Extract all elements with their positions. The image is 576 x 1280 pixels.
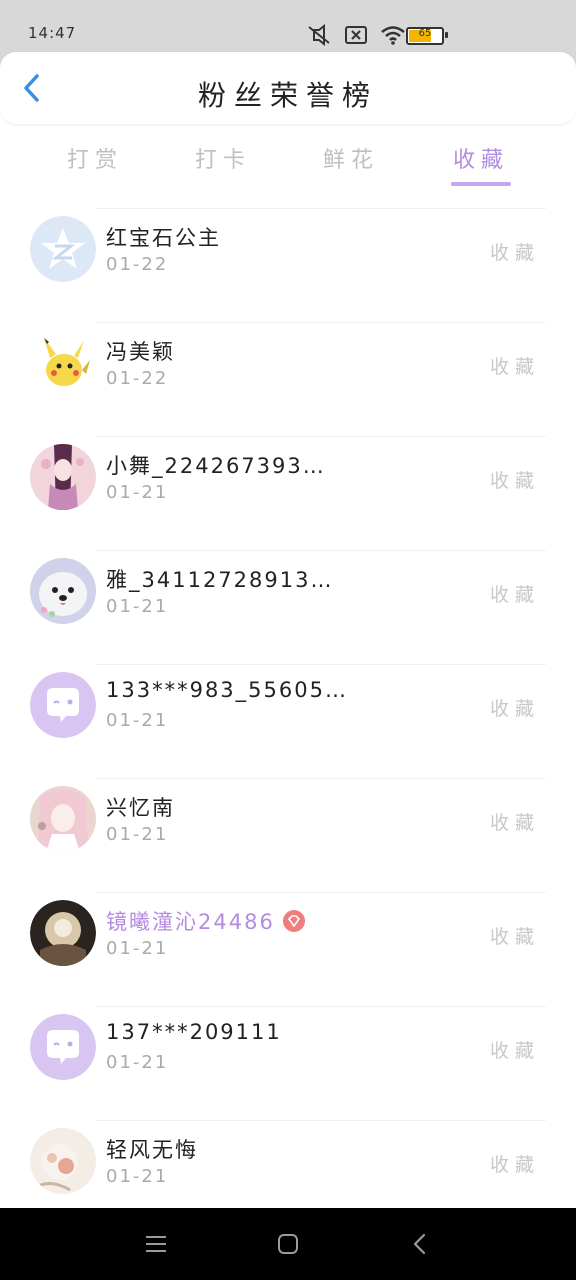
vip-diamond-icon [282, 910, 305, 932]
system-nav-bar [0, 1208, 576, 1280]
menu-button[interactable] [138, 1226, 174, 1262]
list-item-date: 01-21 [106, 1166, 169, 1187]
list-item-name: 红宝石公主 [106, 226, 221, 250]
list-item-date: 01-22 [106, 368, 169, 389]
pikachu-avatar-icon [30, 330, 96, 396]
divider [96, 322, 546, 323]
default-chat-avatar-icon [30, 1014, 96, 1080]
list-item-name-text: 镜曦潼沁24486 [106, 910, 275, 934]
avatar[interactable] [30, 444, 96, 510]
divider [96, 436, 546, 437]
white-dog-avatar-icon [30, 558, 96, 624]
divider [96, 664, 546, 665]
status-time: 14:47 [28, 24, 77, 42]
list-item-name: 雅_34112728913… [106, 568, 334, 592]
list-item[interactable]: 雅_34112728913… 01-21 收藏 [0, 542, 576, 656]
avatar[interactable] [30, 672, 96, 738]
tab-favorites[interactable]: 收藏 [426, 142, 536, 174]
qq-logo-avatar-icon [30, 216, 96, 282]
avatar[interactable] [30, 558, 96, 624]
tab-active-indicator [451, 182, 511, 186]
menu-icon [146, 1236, 166, 1252]
list-item-date: 01-21 [106, 482, 169, 503]
list-item-action: 收藏 [489, 1154, 540, 1176]
battery-level: 65 [418, 28, 432, 39]
list-item-action: 收藏 [489, 1040, 540, 1062]
divider [96, 778, 546, 779]
pink-girl-avatar-icon [30, 786, 96, 852]
battery-icon: 65 [406, 27, 448, 45]
system-back-button[interactable] [402, 1226, 438, 1262]
list-item[interactable]: 红宝石公主 01-22 收藏 [0, 200, 576, 314]
list-item[interactable]: 小舞_224267393… 01-21 收藏 [0, 428, 576, 542]
list-item-action: 收藏 [489, 356, 540, 378]
divider [96, 892, 546, 893]
list-item-name: 兴忆南 [106, 796, 175, 820]
list-item[interactable]: 镜曦潼沁24486 01-21 收藏 [0, 884, 576, 998]
list-item[interactable]: 冯美颖 01-22 收藏 [0, 314, 576, 428]
dark-photo-avatar-icon [30, 900, 96, 966]
list-item-name: 137***209111 [106, 1020, 282, 1044]
divider [96, 1120, 546, 1121]
avatar[interactable] [30, 330, 96, 396]
back-icon [413, 1233, 426, 1255]
avatar[interactable] [30, 216, 96, 282]
flower-photo-avatar-icon [30, 1128, 96, 1194]
avatar[interactable] [30, 786, 96, 852]
tab-bar: 打赏 打卡 鲜花 收藏 [0, 128, 576, 190]
tab-reward[interactable]: 打赏 [40, 142, 150, 174]
list-item-name: 轻风无悔 [106, 1138, 198, 1162]
wifi-icon [381, 26, 405, 45]
home-button[interactable] [270, 1226, 306, 1262]
no-sim-icon [345, 26, 367, 44]
divider [96, 550, 546, 551]
divider [96, 208, 546, 209]
list-item-name: 镜曦潼沁24486 [106, 906, 305, 936]
list-item-date: 01-21 [106, 710, 169, 731]
list-item-action: 收藏 [489, 242, 540, 264]
default-chat-avatar-icon [30, 672, 96, 738]
home-icon [278, 1234, 298, 1254]
anime-girl-avatar-icon [30, 444, 96, 510]
page-title: 粉丝荣誉榜 [197, 79, 378, 112]
divider [96, 1006, 546, 1007]
list-item-name: 小舞_224267393… [106, 454, 326, 478]
tab-flowers[interactable]: 鲜花 [296, 142, 406, 174]
list-item-action: 收藏 [489, 926, 540, 948]
list-item-action: 收藏 [489, 584, 540, 606]
list-item-date: 01-21 [106, 938, 169, 959]
list-item-action: 收藏 [489, 470, 540, 492]
list-item[interactable]: 兴忆南 01-21 收藏 [0, 770, 576, 884]
list-item-name: 133***983_55605… [106, 678, 348, 702]
list-item-date: 01-21 [106, 1052, 169, 1073]
list-item-name: 冯美颖 [106, 340, 175, 364]
avatar[interactable] [30, 1014, 96, 1080]
avatar[interactable] [30, 900, 96, 966]
header: 粉丝荣誉榜 [0, 52, 576, 124]
list-item-date: 01-21 [106, 824, 169, 845]
list-item[interactable]: 137***209111 01-21 收藏 [0, 998, 576, 1112]
list-item-date: 01-22 [106, 254, 169, 275]
list-item-action: 收藏 [489, 698, 540, 720]
avatar[interactable] [30, 1128, 96, 1194]
tab-checkin[interactable]: 打卡 [168, 142, 278, 174]
list-item-action: 收藏 [489, 812, 540, 834]
list-item-date: 01-21 [106, 596, 169, 617]
list-item[interactable]: 133***983_55605… 01-21 收藏 [0, 656, 576, 770]
mute-icon [308, 24, 330, 46]
